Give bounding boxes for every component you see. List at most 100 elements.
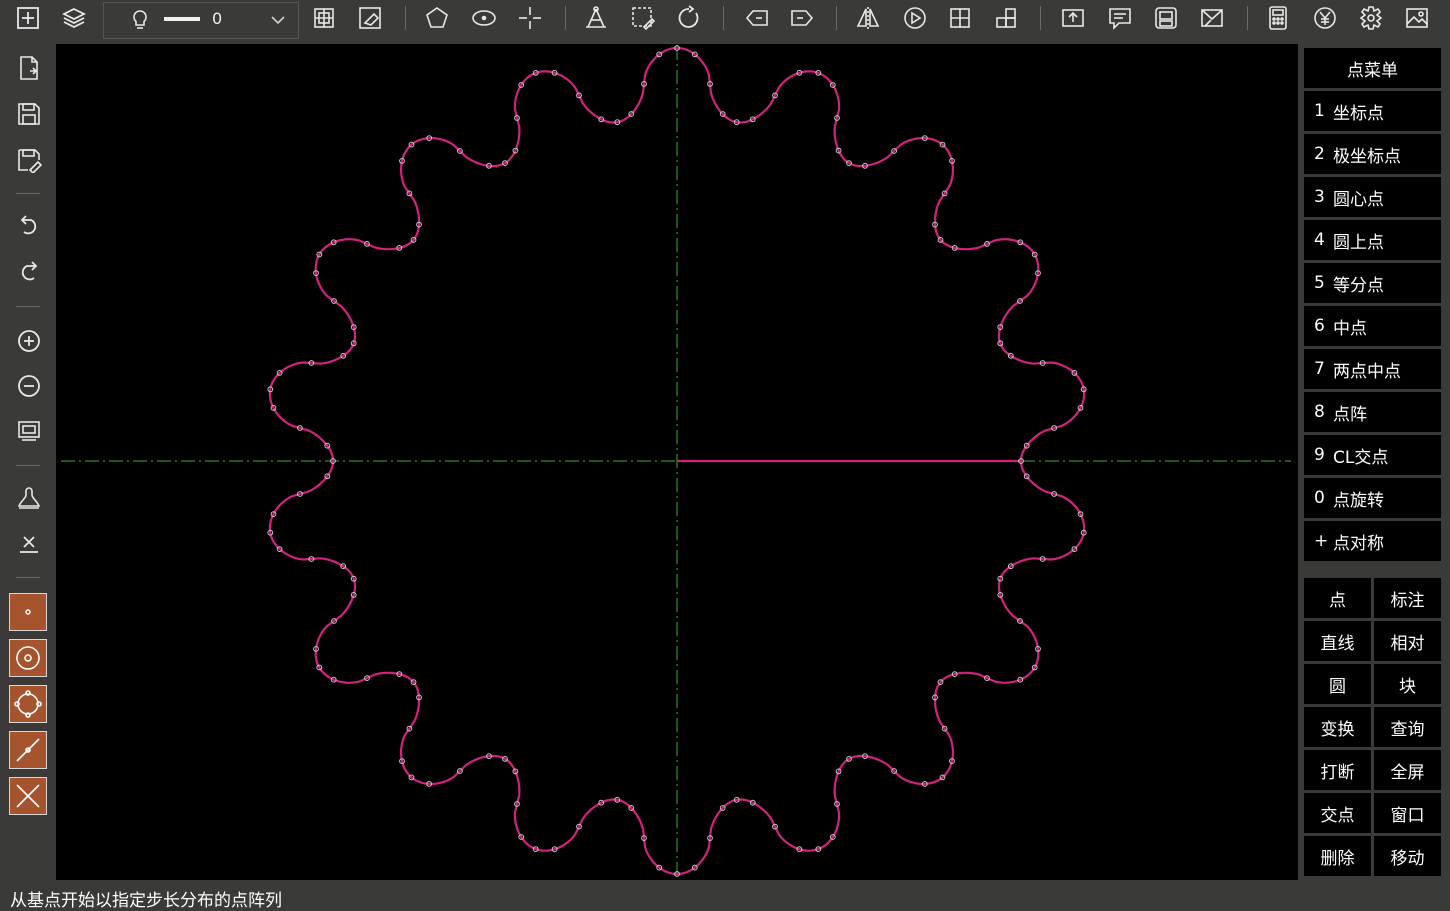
menu-item-point-symmetry[interactable]: + 点对称 bbox=[1304, 521, 1441, 561]
fullscreen-button[interactable]: 全屏 bbox=[1374, 750, 1441, 790]
save-icon[interactable] bbox=[11, 96, 47, 132]
zoom-window-icon[interactable] bbox=[11, 413, 47, 449]
menu-item-coordinate-point[interactable]: 1 坐标点 bbox=[1304, 91, 1441, 131]
bell-icon[interactable] bbox=[11, 481, 47, 517]
menu-item-key: 7 bbox=[1314, 359, 1325, 379]
menu-item-cl-intersection[interactable]: 9 CL交点 bbox=[1304, 435, 1441, 475]
lightbulb-icon[interactable] bbox=[128, 8, 152, 32]
intersection-button[interactable]: 交点 bbox=[1304, 793, 1371, 833]
menu-item-point-array[interactable]: 8 点阵 bbox=[1304, 392, 1441, 432]
image-icon[interactable] bbox=[1401, 3, 1433, 33]
yen-icon[interactable] bbox=[1309, 3, 1341, 33]
menu-item-key: 3 bbox=[1314, 187, 1325, 207]
snap-circle-icon[interactable] bbox=[9, 685, 47, 723]
measure-icon[interactable] bbox=[580, 3, 612, 33]
line-button[interactable]: 直线 bbox=[1304, 621, 1371, 661]
menu-item-key: 9 bbox=[1314, 445, 1325, 465]
menu-item-label: 两点中点 bbox=[1333, 361, 1401, 382]
menu-item-label: 圆上点 bbox=[1333, 232, 1384, 253]
menu-item-label: 极坐标点 bbox=[1333, 146, 1401, 167]
toolbar-divider bbox=[565, 6, 566, 30]
layer-value: 0 bbox=[212, 9, 223, 28]
menu-item-polar-point[interactable]: 2 极坐标点 bbox=[1304, 134, 1441, 174]
calculator-icon[interactable] bbox=[1262, 3, 1294, 33]
tag-left-icon[interactable] bbox=[741, 3, 773, 33]
comment-icon[interactable] bbox=[1104, 3, 1136, 33]
clear-icon[interactable] bbox=[11, 526, 47, 562]
redo-icon[interactable] bbox=[11, 253, 47, 289]
block-button[interactable]: 块 bbox=[1374, 664, 1441, 704]
new-file-icon[interactable] bbox=[11, 50, 47, 86]
break-button[interactable]: 打断 bbox=[1304, 750, 1371, 790]
mirror-icon[interactable] bbox=[852, 3, 884, 33]
layer-selector[interactable]: 0 bbox=[103, 2, 299, 39]
polygon-icon[interactable] bbox=[421, 3, 453, 33]
toolbar-divider bbox=[405, 6, 406, 30]
toolbar-divider bbox=[1040, 6, 1041, 30]
export-icon[interactable] bbox=[1057, 3, 1089, 33]
dimension-button[interactable]: 标注 bbox=[1374, 578, 1441, 618]
toolbar-divider bbox=[836, 6, 837, 30]
save-as-icon[interactable] bbox=[11, 142, 47, 178]
menu-item-point-rotate[interactable]: 0 点旋转 bbox=[1304, 478, 1441, 518]
tag-right-icon[interactable] bbox=[786, 3, 818, 33]
query-button[interactable]: 查询 bbox=[1374, 707, 1441, 747]
chevron-down-icon[interactable] bbox=[268, 10, 288, 30]
menu-item-label: 点对称 bbox=[1333, 533, 1384, 554]
delete-button[interactable]: 删除 bbox=[1304, 836, 1371, 876]
play-icon[interactable] bbox=[899, 3, 931, 33]
menu-item-circle-center[interactable]: 3 圆心点 bbox=[1304, 177, 1441, 217]
snap-midline-icon[interactable] bbox=[9, 731, 47, 769]
crosshair-icon[interactable] bbox=[514, 3, 546, 33]
eraser-icon[interactable] bbox=[354, 3, 386, 33]
snap-intersection-icon[interactable] bbox=[9, 777, 47, 815]
layers-icon[interactable] bbox=[58, 3, 90, 33]
snap-point-icon[interactable] bbox=[9, 593, 47, 631]
menu-item-label: 等分点 bbox=[1333, 275, 1384, 296]
toolbar-divider bbox=[16, 577, 40, 578]
status-bar: 从基点开始以指定步长分布的点阵列 bbox=[0, 880, 1450, 911]
menu-item-label: 坐标点 bbox=[1333, 103, 1384, 124]
grid-snap-icon[interactable] bbox=[308, 3, 340, 33]
cad-drawing[interactable] bbox=[56, 44, 1298, 880]
settings-icon[interactable] bbox=[1355, 3, 1387, 33]
menu-item-divide-points[interactable]: 5 等分点 bbox=[1304, 263, 1441, 303]
zoom-out-icon[interactable] bbox=[11, 368, 47, 404]
menu-item-label: 中点 bbox=[1333, 318, 1367, 339]
top-toolbar: 0 bbox=[0, 0, 1450, 39]
transform-button[interactable]: 变换 bbox=[1304, 707, 1371, 747]
move-button[interactable]: 移动 bbox=[1374, 836, 1441, 876]
menu-item-key: 2 bbox=[1314, 144, 1325, 164]
menu-item-label: 圆心点 bbox=[1333, 189, 1384, 210]
zoom-in-icon[interactable] bbox=[11, 323, 47, 359]
point-button[interactable]: 点 bbox=[1304, 578, 1371, 618]
menu-item-label: 点阵 bbox=[1333, 404, 1367, 425]
menu-item-label: 点旋转 bbox=[1333, 490, 1384, 511]
window-button[interactable]: 窗口 bbox=[1374, 793, 1441, 833]
menu-item-key: 8 bbox=[1314, 402, 1325, 422]
grid-icon[interactable] bbox=[944, 3, 976, 33]
line-style-preview bbox=[164, 17, 200, 21]
point-menu-title: 点菜单 bbox=[1304, 48, 1441, 88]
menu-item-two-point-midpoint[interactable]: 7 两点中点 bbox=[1304, 349, 1441, 389]
select-edit-icon[interactable] bbox=[627, 3, 659, 33]
toolbar-divider bbox=[16, 306, 40, 307]
relative-button[interactable]: 相对 bbox=[1374, 621, 1441, 661]
undo-icon[interactable] bbox=[11, 207, 47, 243]
snap-center-icon[interactable] bbox=[9, 639, 47, 677]
menu-item-key: 0 bbox=[1314, 488, 1325, 508]
ellipse-icon[interactable] bbox=[468, 3, 500, 33]
menu-item-midpoint[interactable]: 6 中点 bbox=[1304, 306, 1441, 346]
circle-button[interactable]: 圆 bbox=[1304, 664, 1371, 704]
print-icon[interactable] bbox=[1150, 3, 1182, 33]
toolbar-divider bbox=[723, 6, 724, 30]
blocks-icon[interactable] bbox=[990, 3, 1022, 33]
rotate-icon[interactable] bbox=[673, 3, 705, 33]
drawing-canvas[interactable] bbox=[56, 44, 1298, 880]
new-view-icon[interactable] bbox=[12, 3, 44, 33]
menu-item-key: 6 bbox=[1314, 316, 1325, 336]
mail-icon[interactable] bbox=[1196, 3, 1228, 33]
menu-item-key: 1 bbox=[1314, 101, 1325, 121]
toolbar-divider bbox=[1247, 6, 1248, 30]
menu-item-point-on-circle[interactable]: 4 圆上点 bbox=[1304, 220, 1441, 260]
